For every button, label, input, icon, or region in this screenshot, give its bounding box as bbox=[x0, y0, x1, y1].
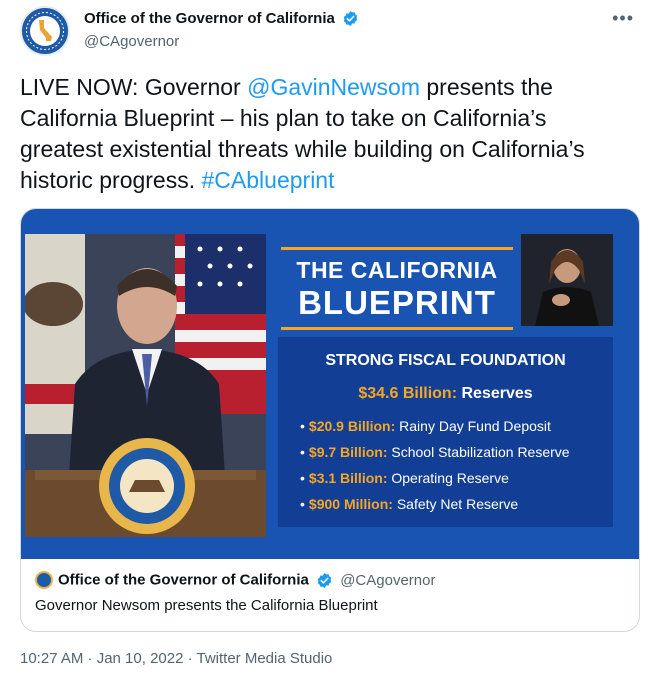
item-amount: $9.7 Billion: bbox=[308, 444, 388, 460]
item-label: Rainy Day Fund Deposit bbox=[399, 418, 551, 434]
interpreter-image bbox=[521, 234, 613, 326]
list-item: • $900 Million: Safety Net Reserve bbox=[300, 491, 570, 517]
author-block: Office of the Governor of California @CA… bbox=[84, 10, 359, 50]
hashtag-link[interactable]: #CAblueprint bbox=[202, 167, 335, 193]
item-amount: $900 Million: bbox=[308, 496, 393, 512]
media-image[interactable]: THE CALIFORNIA BLUEPRINT STRONG FISCAL F… bbox=[21, 209, 639, 559]
handle[interactable]: @CAgovernor bbox=[84, 33, 359, 50]
account-avatar[interactable] bbox=[20, 6, 70, 56]
tweet-text-part: LIVE NOW: Governor bbox=[20, 74, 248, 100]
mention-link[interactable]: @GavinNewsom bbox=[247, 74, 420, 100]
bullet-icon: • bbox=[300, 444, 305, 460]
media-card[interactable]: THE CALIFORNIA BLUEPRINT STRONG FISCAL F… bbox=[20, 208, 640, 632]
total-amount: $34.6 Billion: bbox=[358, 385, 458, 402]
verified-badge-icon bbox=[344, 11, 358, 27]
title-divider bbox=[281, 327, 513, 330]
list-item: • $20.9 Billion: Rainy Day Fund Deposit bbox=[300, 413, 570, 439]
california-seal-icon bbox=[23, 9, 67, 53]
bullet-icon: • bbox=[300, 470, 305, 486]
fiscal-panel: STRONG FISCAL FOUNDATION $34.6 Billion: … bbox=[278, 337, 613, 527]
reserves-total: $34.6 Billion: Reserves bbox=[278, 385, 613, 403]
tweet-timestamp[interactable]: 10:27 AM · Jan 10, 2022 · Twitter Media … bbox=[20, 650, 332, 667]
sign-language-interpreter bbox=[521, 234, 613, 326]
panel-heading: STRONG FISCAL FOUNDATION bbox=[325, 352, 566, 369]
more-options-icon[interactable]: ••• bbox=[612, 8, 634, 29]
governor-photo bbox=[25, 234, 266, 537]
title-line-1: THE CALIFORNIA bbox=[296, 257, 498, 283]
list-item: • $9.7 Billion: School Stabilization Rese… bbox=[300, 439, 570, 465]
card-author-name: Office of the Governor of California bbox=[58, 571, 309, 589]
card-author-handle: @CAgovernor bbox=[340, 571, 436, 589]
display-name[interactable]: Office of the Governor of California bbox=[84, 10, 335, 27]
bullet-icon: • bbox=[300, 418, 305, 434]
verified-badge-icon bbox=[317, 572, 332, 588]
blueprint-title: THE CALIFORNIA BLUEPRINT bbox=[281, 247, 513, 330]
card-avatar bbox=[35, 571, 53, 590]
governor-podium-image bbox=[25, 234, 266, 537]
title-divider bbox=[281, 247, 513, 250]
card-author: Office of the Governor of California @CA… bbox=[35, 571, 627, 591]
bullet-icon: • bbox=[300, 496, 305, 512]
total-label: Reserves bbox=[461, 385, 533, 402]
item-label: Safety Net Reserve bbox=[396, 496, 519, 512]
tweet-header: Office of the Governor of California @CA… bbox=[20, 6, 640, 58]
item-label: School Stabilization Reserve bbox=[391, 444, 570, 460]
card-footer[interactable]: Office of the Governor of California @CA… bbox=[21, 559, 639, 631]
list-item: • $3.1 Billion: Operating Reserve bbox=[300, 465, 570, 491]
item-label: Operating Reserve bbox=[391, 470, 509, 486]
title-line-2: BLUEPRINT bbox=[298, 284, 496, 321]
card-description: Governor Newsom presents the California … bbox=[35, 597, 378, 614]
item-amount: $20.9 Billion: bbox=[308, 418, 396, 434]
reserves-list: • $20.9 Billion: Rainy Day Fund Deposit •… bbox=[300, 413, 570, 517]
tweet-text: LIVE NOW: Governor @GavinNewsom presents… bbox=[20, 72, 630, 196]
item-amount: $3.1 Billion: bbox=[308, 470, 388, 486]
